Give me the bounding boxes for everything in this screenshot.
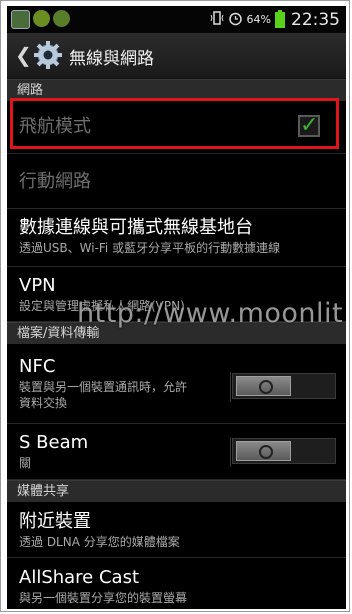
action-bar: ❮ 無線與網路 [7, 33, 346, 79]
sbeam-toggle-knob [236, 441, 291, 461]
divider [230, 437, 231, 467]
mobile-network-label: 行動網路 [19, 171, 91, 192]
section-header-media-share: 媒體共享 [7, 480, 346, 502]
divider [230, 372, 231, 402]
section-header-file-transfer: 檔案/資料傳輸 [7, 322, 346, 344]
tethering-item[interactable]: 數據連線與可攜式無線基地台 透過USB、Wi-Fi 或藍牙分享平板的行動數據連線 [7, 209, 346, 267]
sbeam-toggle[interactable] [232, 438, 336, 464]
page-title: 無線與網路 [69, 49, 154, 69]
screenshot-frame: 64% 22:35 ❮ 無線與網路 網路 飛航模式 ✓ 行動網路 數據連線與可攜… [0, 0, 350, 612]
status-icons: 64% 22:35 [210, 6, 340, 33]
nearby-devices-item[interactable]: 附近裝置 透過 DLNA 分享您的媒體檔案 [7, 502, 346, 558]
phone-screen: 64% 22:35 ❮ 無線與網路 網路 飛航模式 ✓ 行動網路 數據連線與可攜… [7, 6, 346, 609]
vpn-label: VPN [19, 275, 56, 296]
nfc-toggle-knob [236, 376, 291, 396]
nearby-devices-label: 附近裝置 [19, 511, 91, 532]
tethering-summary: 透過USB、Wi-Fi 或藍牙分享平板的行動數據連線 [19, 241, 281, 255]
battery-icon [275, 9, 285, 28]
notification-icons [11, 10, 70, 29]
section-header-network: 網路 [7, 79, 346, 101]
nfc-toggle[interactable] [232, 373, 336, 399]
mobile-network-item[interactable]: 行動網路 [7, 154, 346, 209]
sbeam-item[interactable]: S Beam 關 [7, 424, 346, 480]
clock: 22:35 [291, 9, 340, 30]
vibrate-icon [210, 11, 224, 28]
gallery-icon [11, 10, 30, 29]
alarm-icon [228, 11, 243, 29]
back-icon[interactable]: ❮ [15, 43, 32, 67]
allshare-cast-item[interactable]: AllShare Cast 與另一個裝置分享您的裝置螢幕 [7, 558, 346, 609]
airplane-mode-label: 飛航模式 [19, 116, 91, 137]
allshare-cast-label: AllShare Cast [19, 567, 140, 588]
tethering-label: 數據連線與可攜式無線基地台 [19, 217, 253, 238]
allshare-cast-summary: 與另一個裝置分享您的裝置螢幕 [19, 591, 188, 605]
nearby-devices-summary: 透過 DLNA 分享您的媒體檔案 [19, 535, 180, 549]
gear-icon[interactable] [33, 40, 63, 70]
vpn-summary: 設定與管理虛擬私人網路(VPN) [19, 299, 185, 313]
app-icon-2 [53, 10, 70, 27]
vpn-item[interactable]: VPN 設定與管理虛擬私人網路(VPN) [7, 267, 346, 322]
airplane-mode-item[interactable]: 飛航模式 ✓ [7, 101, 346, 154]
app-icon [33, 10, 50, 27]
battery-percent: 64% [246, 13, 271, 26]
nfc-item[interactable]: NFC 裝置與另一個裝置通訊時，允許 資料交換 [7, 344, 346, 424]
status-bar: 64% 22:35 [7, 6, 346, 33]
airplane-mode-checkbox[interactable]: ✓ [298, 115, 320, 137]
